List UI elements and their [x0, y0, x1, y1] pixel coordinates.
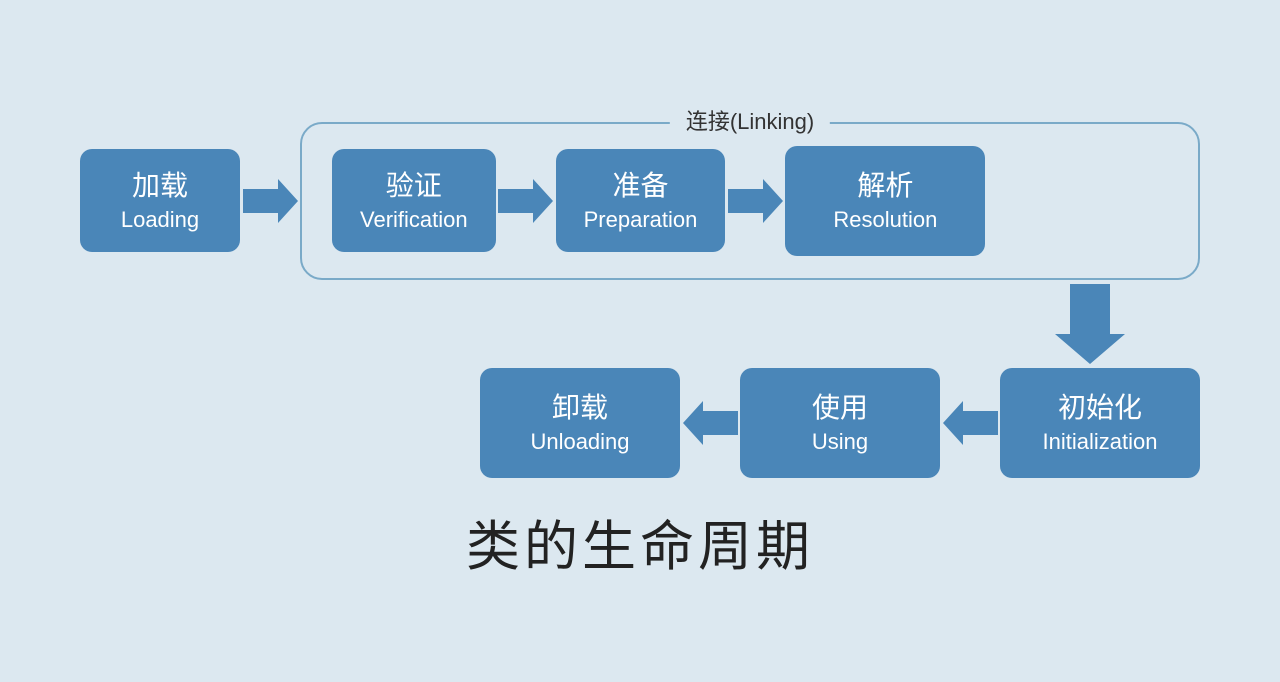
- unloading-zh: 卸载: [552, 389, 608, 427]
- loading-zh: 加载: [132, 167, 188, 205]
- arrow-verification-to-preparation: [496, 176, 556, 226]
- arrow-loading-to-verification: [240, 176, 300, 226]
- verification-en: Verification: [360, 205, 468, 235]
- using-en: Using: [812, 427, 868, 457]
- preparation-zh: 准备: [612, 167, 668, 205]
- row3-inner: 卸载 Unloading 使用 Using: [480, 368, 1200, 478]
- initialization-en: Initialization: [1043, 427, 1158, 457]
- row3-flow: 卸载 Unloading 使用 Using: [80, 368, 1200, 478]
- unloading-box: 卸载 Unloading: [480, 368, 680, 478]
- resolution-box: 解析 Resolution: [785, 146, 985, 256]
- loading-box: 加载 Loading: [80, 149, 240, 252]
- arrow-resolution-to-initialization: [980, 280, 1200, 364]
- linking-border: 验证 Verification 准备 Preparation: [300, 122, 1200, 280]
- initialization-zh: 初始化: [1058, 389, 1142, 427]
- verification-box: 验证 Verification: [332, 149, 496, 252]
- unloading-en: Unloading: [530, 427, 629, 457]
- diagram: 加载 Loading 连接(Linking) 验证 Verification: [40, 92, 1240, 591]
- verification-zh: 验证: [386, 167, 442, 205]
- arrow-preparation-to-resolution: [725, 176, 785, 226]
- row2-down-arrow: [80, 280, 1200, 364]
- linking-label: 连接(Linking): [670, 104, 830, 136]
- loading-en: Loading: [121, 205, 199, 235]
- resolution-en: Resolution: [833, 205, 937, 235]
- diagram-title: 类的生命周期: [80, 502, 1200, 581]
- preparation-box: 准备 Preparation: [556, 149, 726, 252]
- preparation-en: Preparation: [584, 205, 698, 235]
- arrow-initialization-to-using: [940, 398, 1000, 448]
- linking-group: 连接(Linking) 验证 Verification 准备 Preparati…: [300, 122, 1200, 280]
- using-box: 使用 Using: [740, 368, 940, 478]
- using-zh: 使用: [812, 389, 868, 427]
- arrow-using-to-unloading: [680, 398, 740, 448]
- resolution-zh: 解析: [857, 167, 913, 205]
- initialization-box: 初始化 Initialization: [1000, 368, 1200, 478]
- row1-flow: 加载 Loading 连接(Linking) 验证 Verification: [80, 122, 1200, 280]
